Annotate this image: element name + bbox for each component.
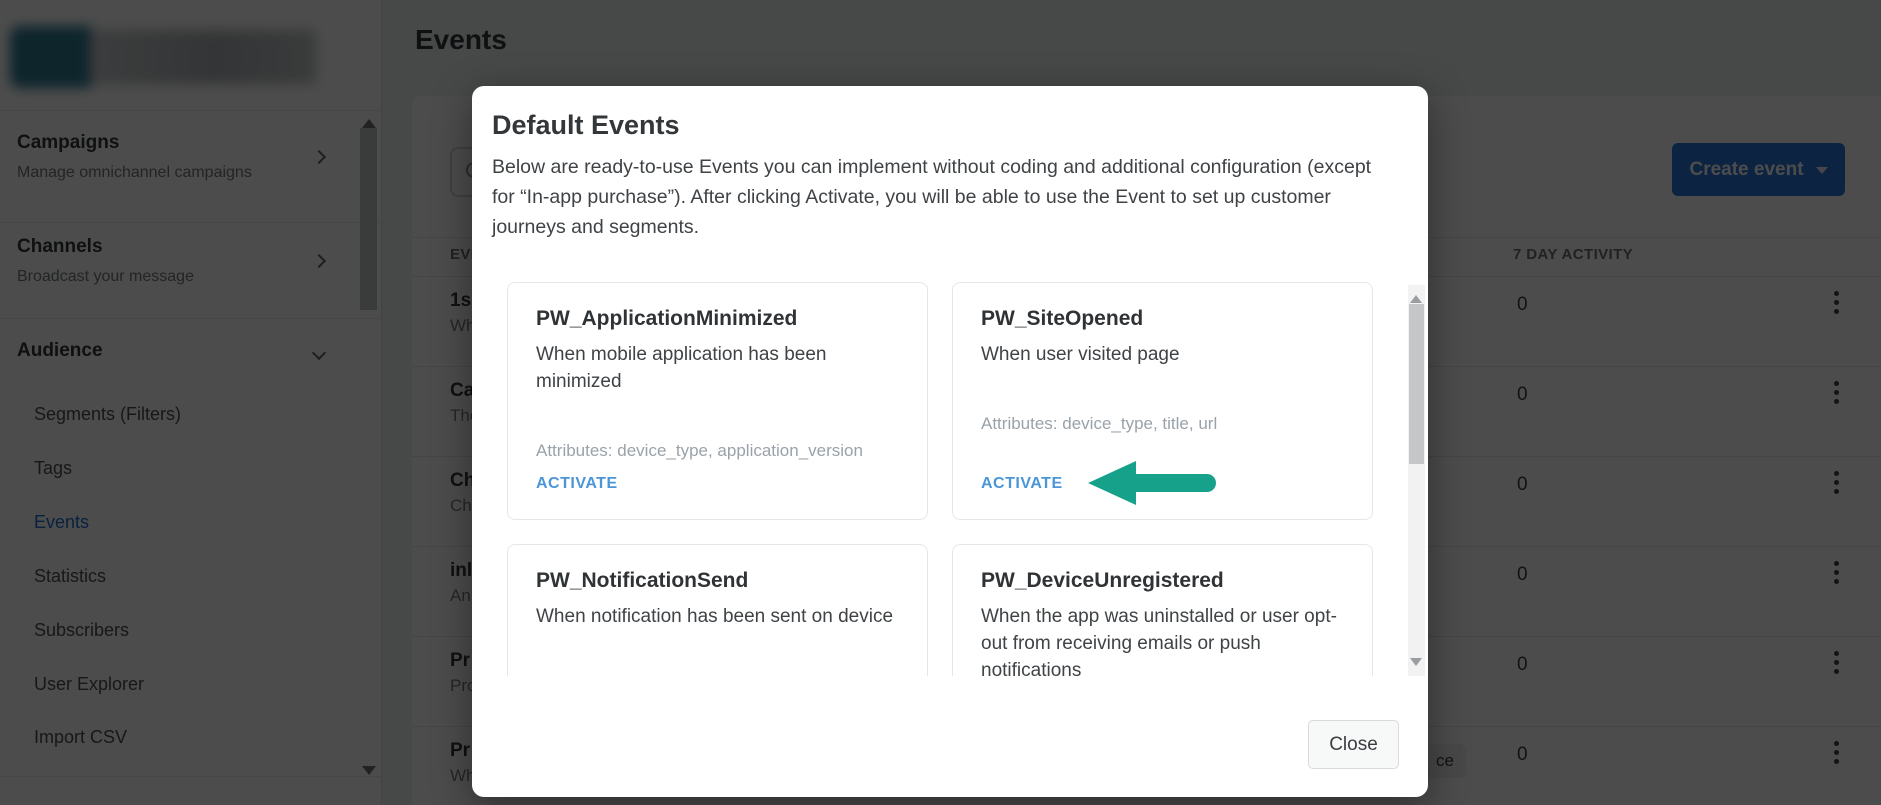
activate-link[interactable]: ACTIVATE (536, 475, 618, 493)
event-card-application-minimized: PW_ApplicationMinimized When mobile appl… (507, 282, 928, 520)
green-arrow-left-icon (1086, 458, 1222, 508)
event-card-device-unregistered: PW_DeviceUnregistered When the app was u… (952, 544, 1373, 676)
event-card-notification-send: PW_NotificationSend When notification ha… (507, 544, 928, 676)
card-title: PW_DeviceUnregistered (981, 569, 1344, 593)
cards-scroll-area: PW_ApplicationMinimized When mobile appl… (507, 282, 1373, 676)
app-root: Events Create event EVI 7 DAY ACTIVITY 1… (0, 0, 1881, 805)
card-attributes: Attributes: device_type, application_ver… (536, 441, 899, 461)
activate-link[interactable]: ACTIVATE (981, 475, 1063, 493)
default-events-modal: Default Events Below are ready-to-use Ev… (472, 86, 1428, 797)
scroll-down-arrow-icon[interactable] (1410, 658, 1422, 672)
scroll-up-arrow-icon[interactable] (1410, 289, 1422, 303)
close-button[interactable]: Close (1308, 720, 1399, 769)
card-title: PW_NotificationSend (536, 569, 899, 593)
modal-description: Below are ready-to-use Events you can im… (492, 152, 1398, 242)
card-title: PW_SiteOpened (981, 307, 1344, 331)
card-title: PW_ApplicationMinimized (536, 307, 899, 331)
modal-title: Default Events (492, 110, 680, 141)
card-attributes: Attributes: device_type, title, url (981, 414, 1344, 434)
card-description: When notification has been sent on devic… (536, 603, 899, 630)
card-description: When mobile application has been minimiz… (536, 341, 899, 395)
modal-scrollbar-thumb[interactable] (1409, 304, 1424, 464)
card-description: When the app was uninstalled or user opt… (981, 603, 1344, 676)
card-description: When user visited page (981, 341, 1344, 368)
modal-scrollbar[interactable] (1408, 285, 1425, 676)
